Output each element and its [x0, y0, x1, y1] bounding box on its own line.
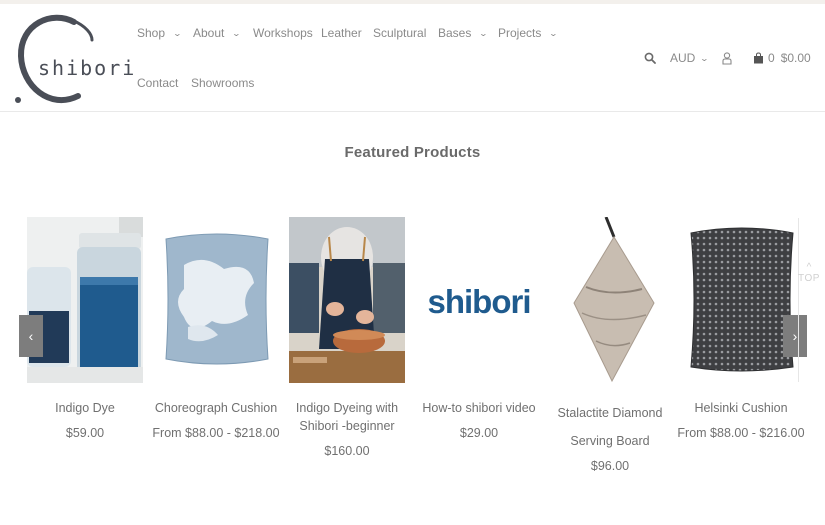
- product-card[interactable]: Stalactite Diamond Serving Board $96.00: [544, 210, 676, 473]
- account-link[interactable]: [722, 4, 732, 112]
- product-price: From $88.00 - $218.00: [152, 426, 280, 440]
- product-image-choreograph-cushion: [158, 217, 274, 383]
- product-card[interactable]: shibori How-to shibori video $29.00: [413, 210, 545, 440]
- product-image-helsinki-cushion: [683, 217, 799, 383]
- product-price: $29.00: [459, 426, 499, 440]
- chevron-right-icon: ›: [792, 328, 798, 344]
- nav-item-label: Bases: [438, 26, 472, 40]
- currency-selector[interactable]: AUD ⌄: [670, 4, 710, 112]
- currency-value: AUD: [670, 51, 696, 65]
- carousel-next-button[interactable]: ›: [783, 315, 807, 357]
- nav-item-about[interactable]: About ⌄: [193, 26, 242, 40]
- nav-item-label: Contact: [137, 76, 179, 90]
- site-header: shibori Shop ⌄ About ⌄ Workshops Leather…: [0, 4, 825, 112]
- nav-item-showrooms[interactable]: Showrooms: [191, 76, 254, 90]
- back-to-top-button[interactable]: ^ TOP: [797, 262, 821, 284]
- product-name: Indigo Dyeing with Shibori -beginner: [295, 401, 399, 433]
- chevron-down-icon: ⌄: [700, 53, 710, 63]
- nav-item-shop[interactable]: Shop ⌄: [137, 26, 183, 40]
- back-to-top-label: TOP: [798, 273, 820, 284]
- search-button[interactable]: [644, 4, 656, 112]
- chevron-down-icon: ⌄: [479, 28, 489, 38]
- product-image-stalactite-board: [552, 217, 668, 383]
- carousel-prev-button[interactable]: ‹: [19, 315, 43, 357]
- bag-icon: [754, 52, 763, 64]
- product-name: How-to shibori video: [422, 401, 536, 415]
- nav-item-label: About: [193, 26, 225, 40]
- nav-item-leather[interactable]: Leather: [321, 26, 362, 40]
- shibori-video-wordmark: shibori: [427, 283, 531, 320]
- user-icon: [722, 51, 732, 65]
- product-image-shibori-video: shibori: [421, 217, 537, 383]
- product-price: From $88.00 - $216.00: [677, 426, 805, 440]
- divider: [798, 218, 799, 382]
- product-image-indigo-dyeing-workshop: [289, 217, 405, 383]
- nav-item-label: Shop: [137, 26, 166, 40]
- chevron-up-icon: ^: [806, 262, 812, 273]
- nav-item-label: Showrooms: [191, 76, 255, 90]
- chevron-down-icon: ⌄: [549, 28, 559, 38]
- cart-link[interactable]: 0 $0.00: [753, 4, 811, 112]
- product-image-indigo-dye: [27, 217, 143, 383]
- product-name: Indigo Dye: [55, 401, 115, 415]
- nav-item-label: Leather: [321, 26, 362, 40]
- nav-item-label: Workshops: [253, 26, 313, 40]
- product-price: $160.00: [324, 444, 370, 458]
- chevron-down-icon: ⌄: [172, 28, 183, 38]
- product-card[interactable]: Indigo Dyeing with Shibori -beginner $16…: [281, 210, 413, 458]
- product-name: Choreograph Cushion: [154, 401, 278, 415]
- nav-item-label: Projects: [498, 26, 542, 40]
- product-price: $96.00: [590, 459, 630, 473]
- nav-item-bases[interactable]: Bases ⌄: [438, 26, 489, 40]
- product-name: Helsinki Cushion: [694, 401, 788, 415]
- chevron-left-icon: ‹: [28, 328, 34, 344]
- site-logo[interactable]: shibori: [12, 12, 134, 108]
- logo-wordmark: shibori: [38, 56, 137, 80]
- nav-item-projects[interactable]: Projects ⌄: [498, 26, 559, 40]
- cart-count: 0: [768, 51, 775, 65]
- nav-item-label: Sculptural: [373, 26, 427, 40]
- product-price: $59.00: [65, 426, 105, 440]
- product-name: Stalactite Diamond Serving Board: [557, 406, 663, 448]
- nav-item-sculptural[interactable]: Sculptural: [373, 26, 426, 40]
- cart-total: $0.00: [780, 51, 811, 65]
- featured-products-title: Featured Products: [344, 144, 481, 161]
- chevron-down-icon: ⌄: [232, 28, 242, 38]
- nav-item-contact[interactable]: Contact: [137, 76, 178, 90]
- featured-carousel: Indigo Dye $59.00 Choreograph Cushion Fr…: [0, 210, 825, 510]
- search-icon: [644, 52, 656, 64]
- product-card[interactable]: Choreograph Cushion From $88.00 - $218.0…: [150, 210, 282, 440]
- main-nav: Shop ⌄ About ⌄ Workshops Leather Sculptu…: [137, 4, 597, 112]
- nav-item-workshops[interactable]: Workshops: [253, 26, 313, 40]
